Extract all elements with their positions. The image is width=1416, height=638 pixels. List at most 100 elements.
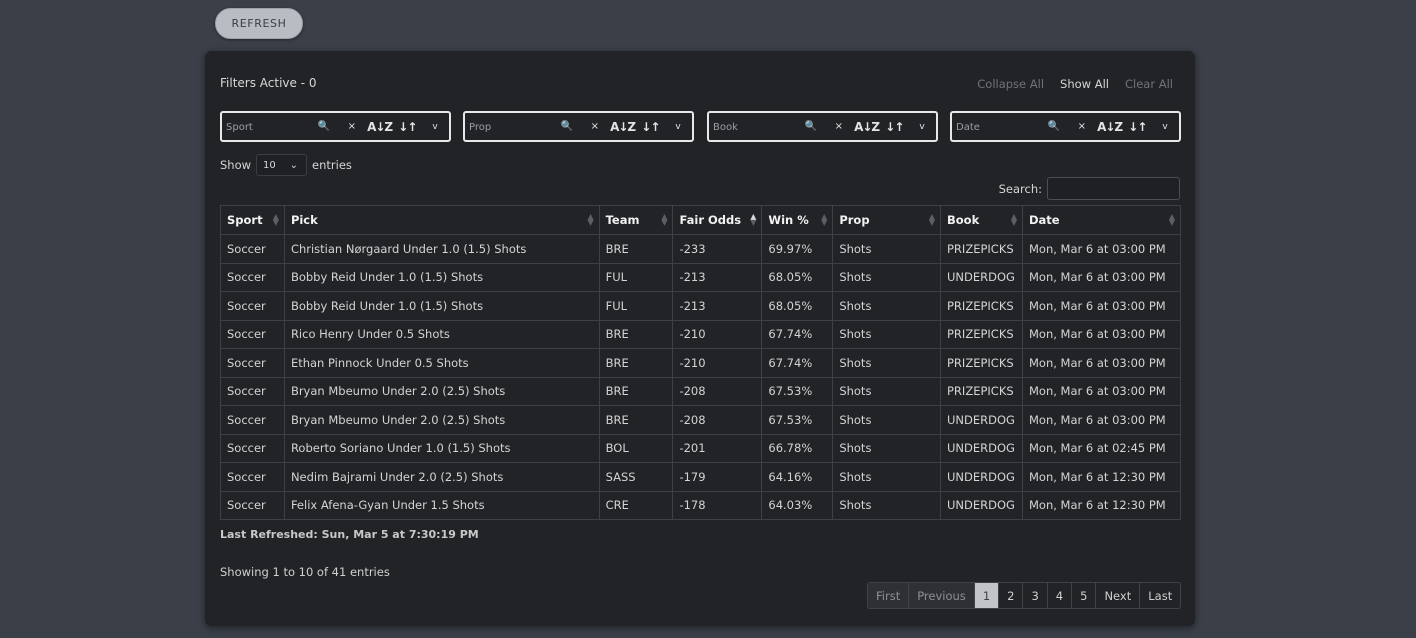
column-header-label: Win % <box>768 213 809 227</box>
table-cell: BRE <box>598 376 674 406</box>
filter-actions: Collapse All Show All Clear All <box>977 77 1173 91</box>
table-cell: Felix Afena-Gyan Under 1.5 Shots <box>283 490 600 520</box>
table-cell: Shots <box>832 291 941 321</box>
table-cell: -233 <box>672 234 763 264</box>
table-cell: Shots <box>832 234 941 264</box>
table-cell: Mon, Mar 6 at 03:00 PM <box>1021 348 1182 378</box>
column-header-label: Prop <box>839 213 870 227</box>
table-row: Soccer Felix Afena-Gyan Under 1.5 Shots CR… <box>220 490 1182 520</box>
filter-sport[interactable]: Sport 🔍 × A↓Z ↓↑ v <box>220 111 451 142</box>
sort-arrows-icon: ▲ ▼ <box>661 213 667 227</box>
page-1-button[interactable]: 1 <box>974 583 1000 608</box>
table-cell: Shots <box>832 490 941 520</box>
table-cell: Soccer <box>220 234 285 264</box>
page-3-button[interactable]: 3 <box>1023 583 1048 608</box>
sort-alpha-icon[interactable]: A↓Z <box>609 120 637 134</box>
search-icon[interactable]: 🔍 <box>797 121 825 132</box>
table-cell: Bobby Reid Under 1.0 (1.5) Shots <box>283 262 600 292</box>
chevron-down-icon[interactable]: v <box>664 122 692 132</box>
table-cell: 67.53% <box>761 376 834 406</box>
table-cell: 68.05% <box>761 262 834 292</box>
sort-alpha-icon[interactable]: A↓Z <box>1096 120 1124 134</box>
refresh-button[interactable]: REFRESH <box>215 8 303 39</box>
table-cell: -208 <box>672 376 763 406</box>
table-cell: Soccer <box>220 405 285 435</box>
filter-date[interactable]: Date 🔍 × A↓Z ↓↑ v <box>950 111 1181 142</box>
column-header-fair-odds[interactable]: Fair Odds ▲ ▼ <box>672 205 763 235</box>
page-2-button[interactable]: 2 <box>999 583 1024 608</box>
column-header-sport[interactable]: Sport ▲ ▼ <box>220 205 285 235</box>
table-cell: Bobby Reid Under 1.0 (1.5) Shots <box>283 291 600 321</box>
page-length-select[interactable]: 10 ⌄ <box>256 154 308 176</box>
table-cell: 69.97% <box>761 234 834 264</box>
clear-icon[interactable]: × <box>338 121 366 132</box>
column-header-book[interactable]: Book ▲ ▼ <box>940 205 1023 235</box>
show-all-link[interactable]: Show All <box>1060 77 1109 91</box>
column-header-team[interactable]: Team ▲ ▼ <box>598 205 674 235</box>
column-header-pick[interactable]: Pick ▲ ▼ <box>283 205 600 235</box>
table-row: Soccer Bobby Reid Under 1.0 (1.5) Shots FU… <box>220 262 1182 292</box>
column-header-prop[interactable]: Prop ▲ ▼ <box>832 205 941 235</box>
clear-icon[interactable]: × <box>1068 121 1096 132</box>
table-cell: Shots <box>832 462 941 492</box>
column-header-label: Sport <box>227 213 263 227</box>
clear-icon[interactable]: × <box>581 121 609 132</box>
sort-icon[interactable]: ↓↑ <box>1123 120 1151 134</box>
chevron-down-icon[interactable]: v <box>908 122 936 132</box>
filter-prop[interactable]: Prop 🔍 × A↓Z ↓↑ v <box>463 111 694 142</box>
entries-label: entries <box>312 158 352 172</box>
table-cell: SASS <box>598 462 674 492</box>
sort-icon[interactable]: ↓↑ <box>880 120 908 134</box>
search-icon[interactable]: 🔍 <box>1040 121 1068 132</box>
sort-alpha-icon[interactable]: A↓Z <box>366 120 394 134</box>
chevron-down-icon: ⌄ <box>289 159 299 171</box>
table-cell: Soccer <box>220 433 285 463</box>
search-icon[interactable]: 🔍 <box>310 121 338 132</box>
table-cell: BRE <box>598 405 674 435</box>
table-cell: -178 <box>672 490 763 520</box>
page-4-button[interactable]: 4 <box>1048 583 1073 608</box>
column-header-label: Fair Odds <box>679 213 742 227</box>
page-last-button[interactable]: Last <box>1140 583 1180 608</box>
table-cell: Soccer <box>220 291 285 321</box>
table-row: Soccer Christian Nørgaard Under 1.0 (1.5)… <box>220 234 1182 264</box>
sort-icon[interactable]: ↓↑ <box>393 120 421 134</box>
clear-icon[interactable]: × <box>825 121 853 132</box>
search-input[interactable] <box>1047 177 1180 200</box>
table-cell: Mon, Mar 6 at 03:00 PM <box>1021 376 1182 406</box>
table-row: Soccer Bryan Mbeumo Under 2.0 (2.5) Shots… <box>220 376 1182 406</box>
pagination: First Previous 1 2 3 4 5 Next Last <box>867 582 1182 609</box>
table-row: Soccer Ethan Pinnock Under 0.5 Shots BRE -2… <box>220 348 1182 378</box>
column-header-win[interactable]: Win % ▲ ▼ <box>761 205 834 235</box>
clear-all-link[interactable]: Clear All <box>1125 77 1173 91</box>
sort-alpha-icon[interactable]: A↓Z <box>853 120 881 134</box>
chevron-down-icon[interactable]: v <box>1151 122 1179 132</box>
filter-book[interactable]: Book 🔍 × A↓Z ↓↑ v <box>707 111 938 142</box>
table-cell: Mon, Mar 6 at 12:30 PM <box>1021 462 1182 492</box>
search-icon[interactable]: 🔍 <box>553 121 581 132</box>
page-next-button[interactable]: Next <box>1096 583 1141 608</box>
table-cell: BOL <box>598 433 674 463</box>
table-cell: PRIZEPICKS <box>940 348 1023 378</box>
sort-arrows-icon: ▲ ▼ <box>587 213 593 227</box>
page-5-button[interactable]: 5 <box>1072 583 1097 608</box>
table-cell: CRE <box>598 490 674 520</box>
column-header-date[interactable]: Date ▲ ▼ <box>1021 205 1182 235</box>
table-header-row: Sport ▲ ▼ Pick ▲ ▼ Team ▲ ▼ Fair Odds ▲ ▼ Win % ▲ ▼ Pro… <box>220 205 1182 235</box>
page-previous-button[interactable]: Previous <box>909 583 975 608</box>
table-cell: Roberto Soriano Under 1.0 (1.5) Shots <box>283 433 600 463</box>
column-header-label: Book <box>947 213 980 227</box>
table-cell: 67.74% <box>761 319 834 349</box>
sort-icon[interactable]: ↓↑ <box>636 120 664 134</box>
chevron-down-icon[interactable]: v <box>421 122 449 132</box>
table-cell: BRE <box>598 348 674 378</box>
page-first-button[interactable]: First <box>868 583 910 608</box>
table-cell: -201 <box>672 433 763 463</box>
sort-arrows-icon: ▲ ▼ <box>1169 213 1175 227</box>
table-cell: Soccer <box>220 348 285 378</box>
table-cell: 66.78% <box>761 433 834 463</box>
table-cell: Soccer <box>220 319 285 349</box>
table-cell: Shots <box>832 433 941 463</box>
collapse-all-link[interactable]: Collapse All <box>977 77 1044 91</box>
table-row: Soccer Roberto Soriano Under 1.0 (1.5) Sh… <box>220 433 1182 463</box>
